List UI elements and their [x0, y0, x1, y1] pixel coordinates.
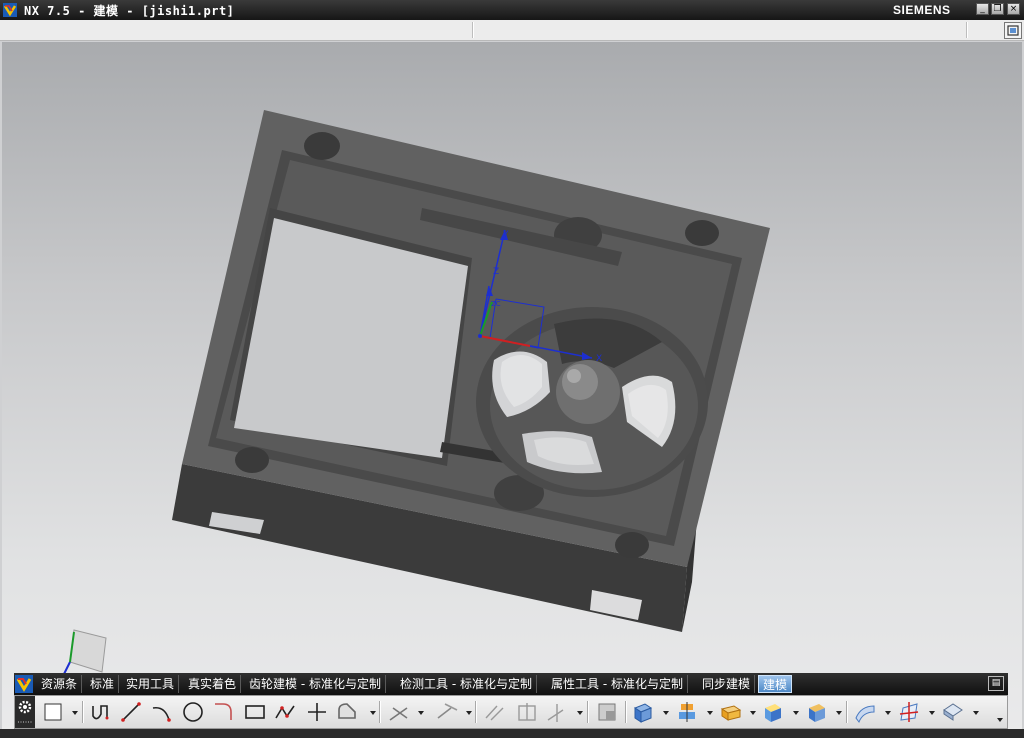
trim-dropdown[interactable] [418, 711, 424, 715]
rectangle-icon[interactable] [243, 700, 267, 724]
minimize-button[interactable]: _ [976, 3, 989, 15]
toolbar-overflow[interactable] [997, 718, 1003, 722]
move-face-dropdown[interactable] [929, 711, 935, 715]
sketch-icon[interactable] [41, 700, 65, 724]
polyline-icon[interactable] [273, 700, 297, 724]
close-button[interactable]: × [1007, 3, 1020, 15]
extrude-icon[interactable] [631, 700, 655, 724]
y-axis-label: Y [502, 230, 509, 240]
toolbar-separator [587, 701, 589, 723]
cue-line [0, 20, 1024, 41]
point-icon[interactable] [305, 700, 329, 724]
tab-true-shading[interactable]: 真实着色 [184, 675, 242, 693]
extrude-dropdown[interactable] [663, 711, 669, 715]
tab-utilities[interactable]: 实用工具 [122, 675, 180, 693]
view-dropdown[interactable] [973, 711, 979, 715]
block-icon[interactable] [719, 700, 743, 724]
toolbar-separator [625, 701, 627, 723]
nx-menu-icon[interactable] [15, 675, 33, 693]
cue-divider [472, 22, 474, 38]
mirror-dropdown[interactable] [577, 711, 583, 715]
cylinder-dropdown[interactable] [793, 711, 799, 715]
graphics-window[interactable]: X Y Z ZC [2, 42, 1022, 738]
fit-icon [1007, 25, 1019, 36]
surface-dropdown[interactable] [885, 711, 891, 715]
surface-icon[interactable] [853, 700, 877, 724]
trim-icon[interactable] [387, 700, 411, 724]
x-axis-label: X [596, 354, 602, 364]
tab-attribute-tools[interactable]: 属性工具 - 标准化与定制 [547, 675, 688, 693]
fillet-curve-icon[interactable] [211, 700, 235, 724]
revolve-icon[interactable] [675, 700, 699, 724]
view-triad [61, 629, 107, 679]
revolve-dropdown[interactable] [707, 711, 713, 715]
mirror-curve-icon[interactable] [545, 700, 569, 724]
cube-dropdown[interactable] [836, 711, 842, 715]
block-dropdown[interactable] [750, 711, 756, 715]
circle-icon[interactable] [181, 700, 205, 724]
tab-standard[interactable]: 标准 [86, 675, 120, 693]
tab-gear-modeling[interactable]: 齿轮建模 - 标准化与定制 [245, 675, 386, 693]
pattern-curve-icon[interactable] [515, 700, 539, 724]
gear-icon [18, 700, 32, 723]
profile-icon[interactable] [335, 700, 359, 724]
tab-inspection-tools[interactable]: 检测工具 - 标准化与定制 [396, 675, 537, 693]
title-bar: NX 7.5 - 建模 - [jishi1.prt] SIEMENS _ ❐ × [0, 0, 1024, 20]
tab-options-button[interactable]: ▤ [988, 676, 1004, 691]
modeling-toolbar [14, 695, 1008, 729]
tab-resource-bar[interactable]: 资源条 [37, 675, 83, 693]
cue-divider [966, 22, 968, 38]
part-model[interactable]: X Y Z ZC [2, 42, 1022, 738]
tab-synchronous-modeling[interactable]: 同步建模 [698, 675, 756, 693]
nx-app-icon [3, 3, 17, 17]
cylinder-icon[interactable] [761, 700, 785, 724]
z-axis-label: Z [493, 267, 499, 277]
status-edge [0, 729, 1024, 738]
toolbar-separator [379, 701, 381, 723]
window-title: NX 7.5 - 建模 - [jishi1.prt] [24, 4, 235, 18]
resource-bar: 资源条 标准 实用工具 真实着色 齿轮建模 - 标准化与定制 检测工具 - 标准… [14, 673, 1008, 695]
move-face-icon[interactable] [897, 700, 921, 724]
siemens-logo: SIEMENS [893, 3, 951, 17]
extend-icon[interactable] [435, 700, 459, 724]
profile-dropdown[interactable] [370, 711, 376, 715]
line-icon[interactable] [119, 700, 143, 724]
zc-label: ZC [491, 300, 501, 308]
fit-view-button[interactable] [1004, 22, 1022, 39]
toolbar-separator [846, 701, 848, 723]
restore-button[interactable]: ❐ [991, 3, 1004, 15]
toolbar-separator [82, 701, 84, 723]
datum-icon[interactable] [595, 700, 619, 724]
extend-dropdown[interactable] [466, 711, 472, 715]
cube-icon[interactable] [805, 700, 829, 724]
toolbar-options[interactable] [15, 696, 35, 728]
view-icon[interactable] [941, 700, 965, 724]
toolbar-separator [475, 701, 477, 723]
arc-icon[interactable] [149, 700, 173, 724]
offset-curve-icon[interactable] [483, 700, 507, 724]
studio-spline-icon[interactable] [89, 700, 113, 724]
tab-modeling[interactable]: 建模 [758, 675, 793, 693]
sketch-dropdown[interactable] [72, 711, 78, 715]
